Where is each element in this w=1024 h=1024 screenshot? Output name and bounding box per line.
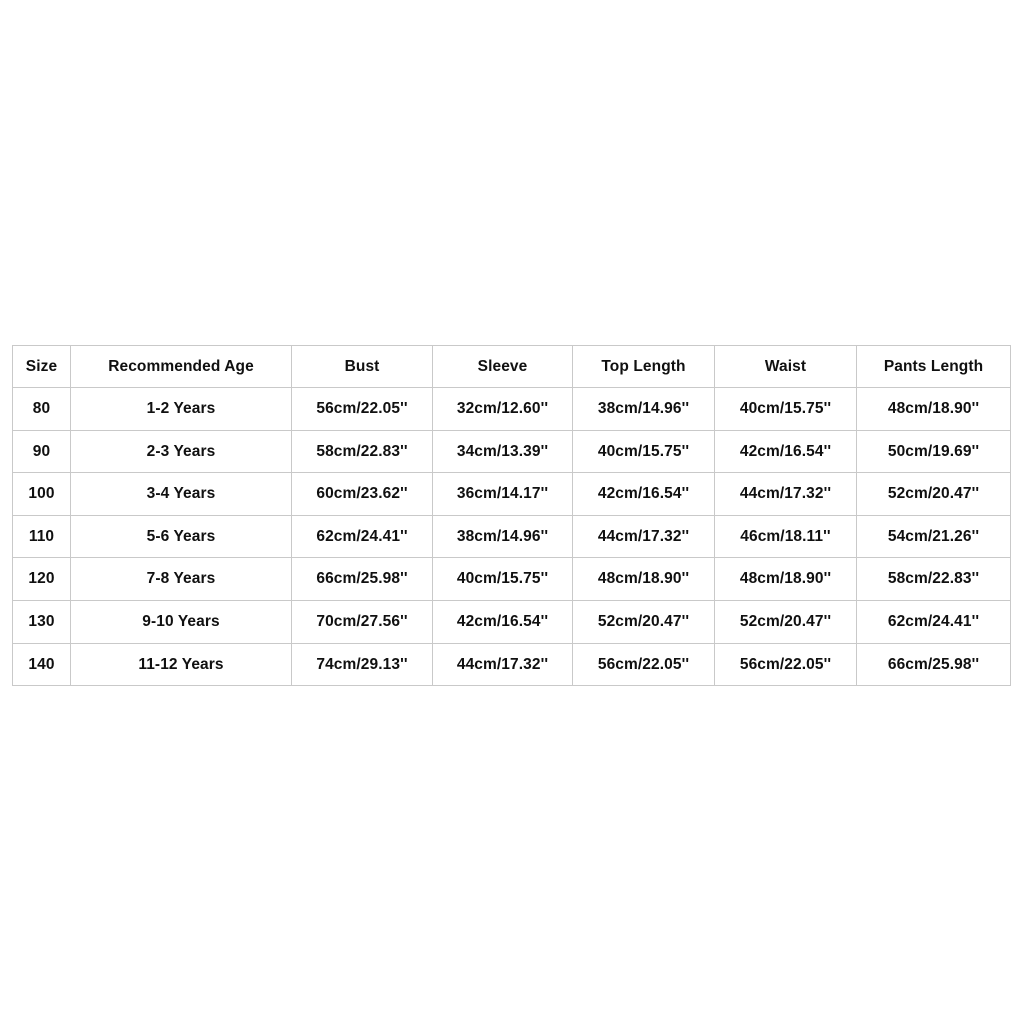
cell-pants-length: 52cm/20.47'' <box>856 472 1011 516</box>
table-row: 110 5-6 Years 62cm/24.41'' 38cm/14.96'' … <box>12 514 1011 559</box>
cell-top-length: 40cm/15.75'' <box>572 429 715 474</box>
cell-pants-length: 62cm/24.41'' <box>856 599 1011 644</box>
cell-sleeve: 32cm/12.60'' <box>432 387 573 431</box>
cell-waist: 52cm/20.47'' <box>714 599 857 644</box>
cell-waist: 48cm/18.90'' <box>714 557 857 601</box>
cell-pants-length: 50cm/19.69'' <box>856 429 1011 474</box>
column-header-bust: Bust <box>291 345 433 388</box>
cell-pants-length: 58cm/22.83'' <box>856 557 1011 601</box>
cell-top-length: 52cm/20.47'' <box>572 599 715 644</box>
cell-size: 100 <box>12 472 71 516</box>
cell-bust: 70cm/27.56'' <box>291 599 433 644</box>
cell-size: 80 <box>12 387 71 431</box>
table-header-row: Size Recommended Age Bust Sleeve Top Len… <box>12 345 1011 388</box>
table-row: 130 9-10 Years 70cm/27.56'' 42cm/16.54''… <box>12 599 1011 644</box>
column-header-size: Size <box>12 345 71 388</box>
table-row: 90 2-3 Years 58cm/22.83'' 34cm/13.39'' 4… <box>12 429 1011 474</box>
cell-age: 11-12 Years <box>70 642 292 687</box>
cell-bust: 60cm/23.62'' <box>291 472 433 516</box>
column-header-top-length: Top Length <box>572 345 715 388</box>
cell-size: 90 <box>12 429 71 474</box>
cell-sleeve: 42cm/16.54'' <box>432 599 573 644</box>
cell-pants-length: 48cm/18.90'' <box>856 387 1011 431</box>
table-row: 140 11-12 Years 74cm/29.13'' 44cm/17.32'… <box>12 642 1011 687</box>
cell-sleeve: 34cm/13.39'' <box>432 429 573 474</box>
size-chart-table: Size Recommended Age Bust Sleeve Top Len… <box>12 345 1011 687</box>
cell-bust: 66cm/25.98'' <box>291 557 433 601</box>
cell-age: 9-10 Years <box>70 599 292 644</box>
size-chart-body: 80 1-2 Years 56cm/22.05'' 32cm/12.60'' 3… <box>12 387 1011 687</box>
column-header-waist: Waist <box>714 345 857 388</box>
cell-bust: 62cm/24.41'' <box>291 514 433 559</box>
cell-age: 2-3 Years <box>70 429 292 474</box>
cell-waist: 44cm/17.32'' <box>714 472 857 516</box>
cell-top-length: 44cm/17.32'' <box>572 514 715 559</box>
cell-bust: 56cm/22.05'' <box>291 387 433 431</box>
cell-top-length: 38cm/14.96'' <box>572 387 715 431</box>
cell-pants-length: 54cm/21.26'' <box>856 514 1011 559</box>
table-row: 100 3-4 Years 60cm/23.62'' 36cm/14.17'' … <box>12 472 1011 516</box>
cell-sleeve: 40cm/15.75'' <box>432 557 573 601</box>
column-header-sleeve: Sleeve <box>432 345 573 388</box>
cell-sleeve: 36cm/14.17'' <box>432 472 573 516</box>
cell-top-length: 48cm/18.90'' <box>572 557 715 601</box>
column-header-recommended-age: Recommended Age <box>70 345 292 388</box>
size-chart-header: Size Recommended Age Bust Sleeve Top Len… <box>12 345 1011 388</box>
cell-waist: 42cm/16.54'' <box>714 429 857 474</box>
cell-sleeve: 38cm/14.96'' <box>432 514 573 559</box>
table-row: 120 7-8 Years 66cm/25.98'' 40cm/15.75'' … <box>12 557 1011 601</box>
cell-pants-length: 66cm/25.98'' <box>856 642 1011 687</box>
table-row: 80 1-2 Years 56cm/22.05'' 32cm/12.60'' 3… <box>12 387 1011 431</box>
page-root: Size Recommended Age Bust Sleeve Top Len… <box>0 0 1024 1024</box>
cell-bust: 74cm/29.13'' <box>291 642 433 687</box>
column-header-pants-length: Pants Length <box>856 345 1011 388</box>
cell-sleeve: 44cm/17.32'' <box>432 642 573 687</box>
cell-age: 1-2 Years <box>70 387 292 431</box>
size-chart-container: Size Recommended Age Bust Sleeve Top Len… <box>12 345 1011 687</box>
cell-age: 7-8 Years <box>70 557 292 601</box>
cell-size: 120 <box>12 557 71 601</box>
cell-size: 140 <box>12 642 71 687</box>
cell-age: 5-6 Years <box>70 514 292 559</box>
cell-age: 3-4 Years <box>70 472 292 516</box>
cell-waist: 46cm/18.11'' <box>714 514 857 559</box>
cell-top-length: 56cm/22.05'' <box>572 642 715 687</box>
cell-size: 130 <box>12 599 71 644</box>
cell-bust: 58cm/22.83'' <box>291 429 433 474</box>
cell-waist: 56cm/22.05'' <box>714 642 857 687</box>
cell-waist: 40cm/15.75'' <box>714 387 857 431</box>
cell-size: 110 <box>12 514 71 559</box>
cell-top-length: 42cm/16.54'' <box>572 472 715 516</box>
